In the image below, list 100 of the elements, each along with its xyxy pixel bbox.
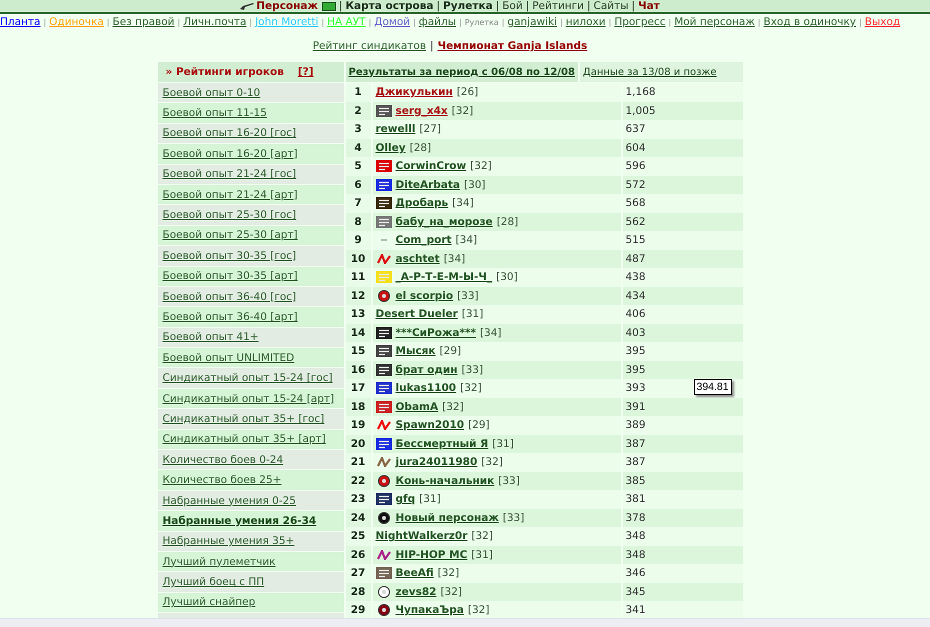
- rating-link[interactable]: Боевой опыт 21-24 [арт]: [162, 188, 298, 201]
- nav-link[interactable]: Вход в одиночку: [764, 16, 856, 29]
- player-link[interactable]: lukas1100: [396, 382, 456, 394]
- nav-link[interactable]: ganjawiki: [507, 16, 558, 29]
- nav-link[interactable]: Личн.почта: [183, 16, 246, 29]
- rating-link[interactable]: Боевой опыт 30-35 [гос]: [162, 250, 296, 262]
- rating-link[interactable]: Боевой опыт 30-35 [арт]: [162, 270, 298, 282]
- nav-link[interactable]: Выход: [864, 16, 900, 29]
- rating-link[interactable]: Синдикатный опыт 15-24 [арт]: [162, 392, 334, 405]
- player-link[interactable]: HIP-HOP MC: [396, 548, 468, 561]
- player-link[interactable]: jura24011980: [396, 456, 478, 468]
- player-link[interactable]: Olley: [376, 142, 406, 154]
- section-link[interactable]: Чемпионат Ganja Islands: [438, 39, 588, 53]
- rating-link[interactable]: Синдикатный опыт 15-24 [гос]: [162, 372, 333, 384]
- player-link[interactable]: Spawn2010: [396, 419, 464, 432]
- nav-separator: |: [106, 18, 110, 27]
- nav-link[interactable]: нилохи: [566, 16, 606, 29]
- nav-separator: |: [502, 18, 504, 27]
- rating-link[interactable]: Боевой опыт 11-15: [162, 107, 267, 120]
- rating-link[interactable]: Лучший пулеметчик: [162, 556, 276, 568]
- player-level: [29]: [468, 419, 490, 432]
- rank-cell: 6: [346, 176, 370, 194]
- player-link[interactable]: aschtet: [396, 252, 440, 265]
- nav-link[interactable]: Планта: [0, 16, 40, 29]
- rating-link[interactable]: Синдикатный опыт 35+ [арт]: [162, 433, 326, 446]
- player-link[interactable]: serg_x4x: [396, 104, 448, 117]
- top-menu-link[interactable]: Рейтинги: [532, 0, 584, 12]
- player-link[interactable]: Бессмертный Я: [396, 438, 488, 450]
- rifle-icon: [240, 2, 254, 10]
- player-link[interactable]: el scorpio: [396, 290, 454, 302]
- rating-link[interactable]: Боевой опыт 16-20 [гос]: [162, 127, 296, 140]
- column-header-link[interactable]: Результаты за период с 06/08 по 12/08: [348, 66, 575, 78]
- score-value: 438: [626, 271, 646, 284]
- top-menu-link[interactable]: Персонаж: [256, 0, 318, 12]
- nav-link[interactable]: Без правой: [112, 16, 174, 29]
- score-value: 393: [626, 382, 646, 394]
- score-value: 515: [626, 234, 646, 246]
- player-level: [29]: [440, 345, 462, 358]
- player-link[interactable]: Новый персонаж: [396, 512, 499, 524]
- player-link[interactable]: zevs82: [396, 586, 436, 598]
- player-link[interactable]: Com_port: [396, 234, 452, 246]
- player-level: [31]: [471, 548, 493, 561]
- rank-cell: 19: [346, 416, 370, 434]
- rating-link[interactable]: Набранные умения 35+: [162, 535, 294, 548]
- help-link[interactable]: [?]: [298, 66, 314, 78]
- rating-link[interactable]: Боевой опыт 16-20 [арт]: [162, 148, 298, 160]
- rating-link[interactable]: Лучший снайпер: [162, 596, 256, 608]
- rating-link[interactable]: Боевой опыт 0-10: [162, 86, 260, 99]
- nav-separator: |: [459, 18, 462, 27]
- rank-cell: 24: [346, 508, 370, 527]
- rating-link[interactable]: Синдикатный опыт 35+ [гос]: [162, 412, 324, 425]
- rating-link[interactable]: Боевой опыт 21-24 [гос]: [162, 168, 296, 180]
- section-link[interactable]: Рейтинг синдикатов: [312, 39, 426, 53]
- player-link[interactable]: NightWalkerz0r: [376, 530, 468, 542]
- player-link[interactable]: Джикулькин: [376, 86, 453, 98]
- rank-cell: 12: [346, 286, 370, 305]
- player-link[interactable]: CorwinCrow: [396, 160, 466, 172]
- player-link[interactable]: ЧупакаЪра: [396, 604, 464, 616]
- rating-link[interactable]: Количество боев 25+: [162, 474, 282, 486]
- player-level: [32]: [471, 530, 493, 542]
- player-link[interactable]: Конь-начальник: [396, 474, 494, 487]
- player-link[interactable]: ***СиРожа***: [396, 326, 476, 339]
- rating-link[interactable]: Набранные умения 0-25: [162, 494, 296, 506]
- player-link[interactable]: BeeAfi: [396, 567, 434, 580]
- rating-link[interactable]: Боевой опыт 36-40 [гос]: [162, 290, 296, 303]
- rank-cell: 1: [346, 83, 370, 102]
- top-menu-link[interactable]: Сайты: [594, 0, 629, 12]
- top-menu-link[interactable]: Чат: [638, 0, 660, 12]
- top-menu-link[interactable]: Бой: [502, 0, 523, 12]
- nav-link[interactable]: Мой персонаж: [674, 16, 755, 29]
- column-header-link[interactable]: Данные за 13/08 и позже: [582, 66, 717, 78]
- player-link[interactable]: gfq: [396, 493, 416, 506]
- player-link[interactable]: DiteArbata: [396, 178, 460, 191]
- player-link[interactable]: бабу_на_морозе: [396, 216, 493, 228]
- rating-link[interactable]: Лучший боец с ПП: [162, 576, 264, 588]
- player-link[interactable]: брат один: [396, 364, 458, 376]
- rating-link[interactable]: Боевой опыт UNLIMITED: [162, 352, 294, 364]
- player-link[interactable]: ObamA: [396, 400, 438, 413]
- nav-link[interactable]: Домой: [374, 16, 410, 29]
- player-link[interactable]: Мысяк: [396, 345, 436, 358]
- player-link[interactable]: _А-Р-Т-Е-М-Ы-Ч_: [396, 271, 492, 284]
- rating-link[interactable]: Набранные умения 26-34: [162, 514, 316, 527]
- nav-label: Рулетка: [464, 17, 499, 29]
- score-value: 562: [626, 216, 646, 228]
- top-menu-link[interactable]: Карта острова: [345, 0, 434, 12]
- score-value: 348: [626, 548, 646, 561]
- player-link[interactable]: Дробарь: [396, 197, 448, 210]
- score-value: 637: [626, 123, 646, 136]
- rating-link[interactable]: Боевой опыт 25-30 [арт]: [162, 229, 298, 242]
- nav-link[interactable]: файлы: [418, 16, 456, 29]
- rank-cell: 17: [346, 379, 370, 398]
- rating-link[interactable]: Боевой опыт 25-30 [гос]: [162, 209, 296, 222]
- player-link[interactable]: Desert Dueler: [376, 308, 458, 320]
- rating-link[interactable]: Боевой опыт 41+: [162, 331, 259, 344]
- nav-link[interactable]: Прогресс: [614, 16, 666, 29]
- player-link[interactable]: rewelll: [376, 123, 416, 136]
- rating-link[interactable]: Количество боев 0-24: [162, 454, 284, 466]
- top-menu-link[interactable]: Рулетка: [443, 0, 493, 12]
- rating-link[interactable]: Боевой опыт 36-40 [арт]: [162, 310, 298, 323]
- score-value: 387: [626, 456, 646, 468]
